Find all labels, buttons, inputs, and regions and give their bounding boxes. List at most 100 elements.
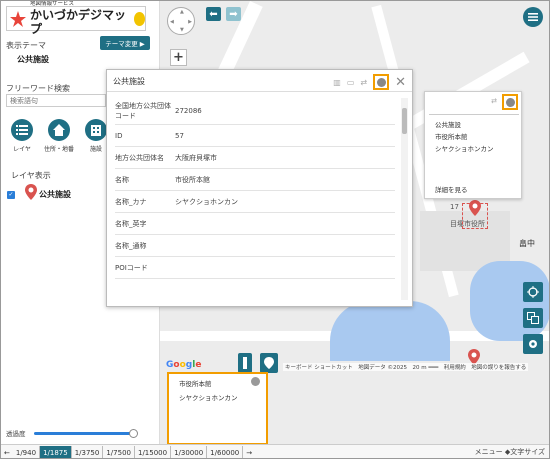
attr-value: 57 <box>175 131 184 140</box>
change-theme-button[interactable]: テーマ変更 ▶ <box>100 36 150 50</box>
scale-option-active[interactable]: 1/1875 <box>40 445 72 458</box>
attr-key: 名称_英字 <box>115 219 147 228</box>
scale-option[interactable]: 1/15000 <box>135 445 172 458</box>
app-window: 17 畠中 目塚市役所 FE 地図情報サービス かいづかデジマップ 表示テーマ … <box>0 0 550 459</box>
hamburger-icon <box>528 13 538 21</box>
layer-checkbox[interactable]: ✓ <box>7 190 15 199</box>
attr-key: 名称_通称 <box>115 241 147 250</box>
popup-scrollbar[interactable] <box>401 98 408 300</box>
street-view-button[interactable] <box>502 94 518 110</box>
map-water <box>330 301 450 361</box>
street-view-button[interactable] <box>373 74 390 90</box>
menu-button[interactable] <box>523 7 543 27</box>
layer-name: 公共施設 <box>39 190 71 199</box>
divider <box>429 114 519 115</box>
table-row: 名称_通称 <box>115 235 395 257</box>
feature-summary-popup: ⇄ 公共施設 市役所本館 シヤクショホンカン 詳細を見る <box>424 91 522 199</box>
attribute-table: 全国地方公共団体コード 272086 ID 57 地方公共団体名 大阪府貝塚市 名称 市… <box>115 98 395 279</box>
attr-key: 地方公共団体名 <box>115 153 164 162</box>
pan-left-icon[interactable]: ◀ <box>170 19 174 25</box>
pin-tool-button[interactable] <box>238 353 252 373</box>
scrollbar-thumb[interactable] <box>402 108 407 134</box>
globe-icon <box>505 97 515 107</box>
pin-tool-icon <box>243 357 247 369</box>
address-button[interactable]: 住所・地番 <box>44 119 75 153</box>
logo-title: かいづかデジマップ <box>29 8 126 36</box>
pan-control[interactable]: ▲ ▼ ◀ ▶ <box>167 7 195 35</box>
popup-toolbar: ▥ ▭ ⇄ ✕ <box>333 74 406 90</box>
arrow-right-icon: ➡ <box>229 8 238 20</box>
print-icon[interactable]: ▥ <box>333 78 341 87</box>
table-icon[interactable]: ▭ <box>347 78 355 87</box>
info-name: 市役所本館 <box>179 380 212 388</box>
address-button-label: 住所・地番 <box>44 146 75 153</box>
copy-button[interactable] <box>523 308 543 328</box>
map-pin-icon[interactable] <box>469 200 481 216</box>
arrow-left-icon: ⬅ <box>209 8 218 20</box>
attr-key: ID <box>115 131 123 140</box>
table-row: 名称_カナ シヤクショホンカン <box>115 191 395 213</box>
freeword-label: フリーワード検索 <box>6 84 70 93</box>
layer-button-label: レイヤ <box>13 146 31 153</box>
map-label: 畠中 <box>519 239 535 248</box>
swap-icon[interactable]: ⇄ <box>491 97 497 105</box>
forward-button[interactable]: ➡ <box>226 7 241 21</box>
building-icon <box>91 125 101 136</box>
close-icon[interactable]: ✕ <box>395 76 406 89</box>
table-row: POIコード <box>115 257 395 279</box>
attr-value: シヤクショホンカン <box>175 197 238 206</box>
pan-down-icon[interactable]: ▼ <box>180 27 184 33</box>
info-kana: シヤクショホンカン <box>179 394 238 402</box>
opacity-slider[interactable] <box>33 428 138 438</box>
scale-option[interactable]: 1/60000 <box>207 445 244 458</box>
list-icon <box>16 125 28 135</box>
theme-label: 表示テーマ <box>6 41 46 50</box>
table-row: ID 57 <box>115 125 395 147</box>
summary-line: 市役所本館 <box>435 133 468 141</box>
layer-button[interactable]: レイヤ <box>9 119 35 153</box>
attr-value: 272086 <box>175 107 202 115</box>
back-button[interactable]: ⬅ <box>206 7 221 21</box>
pin-location-button[interactable] <box>260 353 278 373</box>
opacity-control: 透過度 <box>6 426 156 440</box>
globe-icon[interactable] <box>251 377 260 386</box>
mascot-icon <box>133 11 145 26</box>
pan-up-icon[interactable]: ▲ <box>180 9 184 15</box>
logo-subtitle: 地図情報サービス <box>29 1 74 7</box>
scale-next-icon[interactable]: → <box>243 446 255 459</box>
copy-icon <box>527 312 539 324</box>
map-label: 17 <box>450 203 459 211</box>
swap-icon[interactable]: ⇄ <box>360 78 367 87</box>
app-logo[interactable]: 地図情報サービス かいづかデジマップ <box>6 1 146 36</box>
pan-right-icon[interactable]: ▶ <box>188 19 192 25</box>
locate-button[interactable] <box>523 282 543 302</box>
attr-key: 名称 <box>115 175 129 184</box>
location-pin-icon <box>264 357 274 369</box>
detail-link[interactable]: 詳細を見る <box>435 184 468 194</box>
table-row: 全国地方公共団体コード 272086 <box>115 98 395 125</box>
map-attribution: キーボード ショートカット 地図データ ©2025 20 m ━━━ 利用規約 … <box>283 363 529 371</box>
settings-button[interactable] <box>523 334 543 354</box>
table-row: 名称_英字 <box>115 213 395 235</box>
scale-option[interactable]: 1/940 <box>13 445 41 458</box>
star-logo-icon <box>10 9 27 29</box>
attr-value: 大阪府貝塚市 <box>175 153 217 162</box>
layer-item: ✓ 公共施設 <box>7 184 71 200</box>
attr-key: 名称_カナ <box>115 197 147 206</box>
current-theme: 公共施設 <box>17 55 49 64</box>
popup-title: 公共施設 <box>113 77 145 86</box>
menu-font-size[interactable]: メニュー ◆文字サイズ <box>475 447 545 457</box>
scale-option[interactable]: 1/7500 <box>103 445 135 458</box>
search-input[interactable] <box>6 94 106 107</box>
facility-button-label: 施設 <box>89 146 102 153</box>
attr-key: POIコード <box>115 263 148 272</box>
scale-prev-icon[interactable]: ← <box>1 446 13 459</box>
attr-key: 全国地方公共団体コード <box>115 102 171 120</box>
info-panel: 市役所本館 シヤクショホンカン <box>167 372 268 445</box>
google-logo: Google <box>166 360 202 370</box>
scale-option[interactable]: 1/30000 <box>171 445 208 458</box>
opacity-slider-handle[interactable] <box>128 428 138 438</box>
attr-value: 市役所本館 <box>175 175 210 184</box>
zoom-in-button[interactable]: + <box>170 49 187 66</box>
scale-option[interactable]: 1/3750 <box>72 445 104 458</box>
